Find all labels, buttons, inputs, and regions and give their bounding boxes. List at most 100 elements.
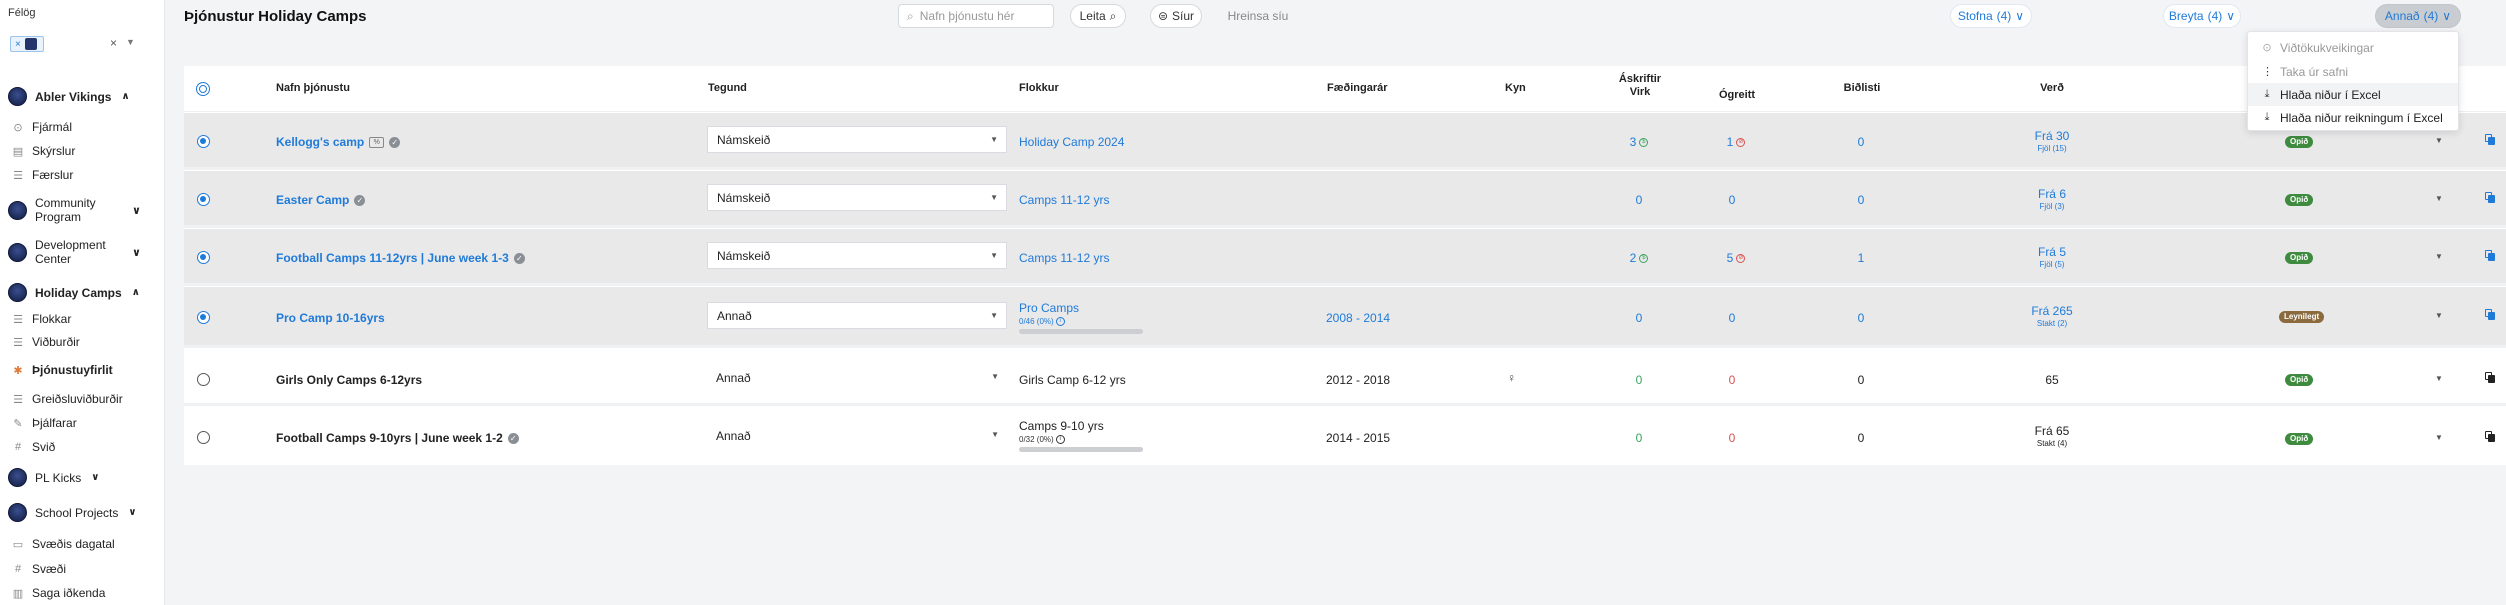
- search-input[interactable]: [919, 9, 1040, 23]
- type-select[interactable]: Námskeið ▼: [707, 126, 1007, 153]
- table-row[interactable]: Pro Camp 10-16yrs Annað ▼ Pro Camps 0/46 …: [184, 287, 2506, 348]
- menu-item-triggers[interactable]: ⊙ Viðtökukveikingar: [2248, 36, 2458, 59]
- price[interactable]: Frá 65 Stakt (4): [2012, 424, 2092, 448]
- col-type[interactable]: Tegund: [708, 82, 747, 95]
- service-name[interactable]: Football Camps 11-12yrs | June week 1-3 ✓: [276, 251, 525, 265]
- nav-group-pl-kicks[interactable]: PL Kicks ∨: [8, 468, 99, 487]
- active-count[interactable]: 0: [1619, 311, 1659, 325]
- chevron-down-icon[interactable]: ▼: [2435, 311, 2443, 320]
- chevron-down-icon[interactable]: ▼: [2435, 433, 2443, 442]
- active-count[interactable]: 0: [1619, 431, 1659, 445]
- nav-group-holiday-camps[interactable]: Holiday Camps ∧: [8, 283, 140, 302]
- chevron-down-icon[interactable]: ▼: [2435, 136, 2443, 145]
- col-name[interactable]: Nafn þjónustu: [276, 82, 350, 95]
- row-radio[interactable]: [197, 311, 210, 324]
- active-count[interactable]: 0: [1619, 193, 1659, 207]
- nav-group-school-projects[interactable]: School Projects ∨: [8, 503, 137, 522]
- price[interactable]: Frá 5 Fjöl (5): [2012, 245, 2092, 269]
- chevron-down-icon[interactable]: ▼: [126, 37, 135, 47]
- type-select[interactable]: Annað ▼: [707, 422, 1007, 449]
- table-row[interactable]: Kellogg's camp% ✓ Námskeið ▼ Holiday Camp …: [184, 113, 2506, 170]
- col-gender[interactable]: Kyn: [1505, 82, 1526, 95]
- club-chip[interactable]: ×: [10, 36, 44, 52]
- table-row[interactable]: Football Camps 9-10yrs | June week 1-2 ✓ …: [184, 409, 2506, 465]
- service-name[interactable]: Pro Camp 10-16yrs: [276, 311, 385, 325]
- waitlist-count[interactable]: 0: [1841, 135, 1881, 149]
- copy-icon[interactable]: [2485, 250, 2496, 262]
- menu-item-download-invoices-excel[interactable]: ⤓ Hlaða niður reikningum í Excel: [2248, 106, 2458, 129]
- sidebar-item-skyrslur[interactable]: ▤ Skýrslur: [12, 144, 76, 158]
- nav-group-community-program[interactable]: Community Program ∨: [8, 196, 158, 224]
- service-name[interactable]: Girls Only Camps 6-12yrs: [276, 373, 422, 387]
- chevron-down-icon[interactable]: ▼: [2435, 374, 2443, 383]
- waitlist-count[interactable]: 0: [1841, 431, 1881, 445]
- sidebar-item-greidsluvidburdir[interactable]: ☰ Greiðsluviðburðir: [12, 392, 123, 406]
- sidebar-item-fjarmal[interactable]: ⊙ Fjármál: [12, 120, 72, 134]
- copy-icon[interactable]: [2485, 134, 2496, 146]
- active-count[interactable]: 0: [1619, 373, 1659, 387]
- unpaid-count[interactable]: 0: [1712, 311, 1752, 325]
- filter-button[interactable]: ⊜ Síur: [1150, 4, 1202, 28]
- type-select[interactable]: Annað ▼: [707, 364, 1007, 391]
- price[interactable]: Frá 30 Fjöl (15): [2012, 129, 2092, 153]
- category-link[interactable]: Holiday Camp 2024: [1019, 135, 1124, 149]
- sidebar-item-thjonustuyfirlit[interactable]: ✱ Þjónustuyfirlit: [12, 363, 112, 377]
- select-all-radio[interactable]: [196, 82, 210, 96]
- unpaid-count[interactable]: 5 ⊘: [1716, 251, 1756, 265]
- table-row[interactable]: Easter Camp ✓ Námskeið ▼ Camps 11-12 yrs 0…: [184, 171, 2506, 228]
- unpaid-count[interactable]: 1 ⊘: [1716, 135, 1756, 149]
- other-button[interactable]: Annað (4) ∨: [2375, 4, 2461, 28]
- copy-icon[interactable]: [2485, 192, 2496, 204]
- menu-item-archive[interactable]: ⋮ Taka úr safni: [2248, 60, 2458, 83]
- row-radio[interactable]: [197, 431, 210, 444]
- waitlist-count[interactable]: 0: [1841, 373, 1881, 387]
- sidebar-item-vidburdir[interactable]: ☰ Viðburðir: [12, 335, 80, 349]
- row-radio[interactable]: [197, 251, 210, 264]
- nav-group-development-center[interactable]: Development Center ∨: [8, 238, 158, 266]
- col-unpaid[interactable]: Ógreitt: [1712, 89, 1762, 102]
- price[interactable]: 65: [2012, 373, 2092, 387]
- active-count[interactable]: 2 $: [1619, 251, 1659, 265]
- waitlist-count[interactable]: 1: [1841, 251, 1881, 265]
- sidebar-item-thjalfarar[interactable]: ✎ Þjálfarar: [12, 416, 76, 430]
- copy-icon[interactable]: [2485, 372, 2496, 384]
- col-price[interactable]: Verð: [2027, 82, 2077, 95]
- table-row[interactable]: Football Camps 11-12yrs | June week 1-3 ✓…: [184, 229, 2506, 286]
- clear-icon[interactable]: ×: [110, 36, 117, 50]
- chip-remove-icon[interactable]: ×: [15, 39, 21, 50]
- waitlist-count[interactable]: 0: [1841, 193, 1881, 207]
- copy-icon[interactable]: [2485, 309, 2496, 321]
- search-box[interactable]: ⌕: [898, 4, 1054, 28]
- active-count[interactable]: 3 $: [1619, 135, 1659, 149]
- edit-button[interactable]: Breyta (4) ∨: [2163, 4, 2241, 28]
- sidebar-item-faerslur[interactable]: ☰ Færslur: [12, 168, 73, 182]
- create-button[interactable]: Stofna (4) ∨: [1950, 4, 2032, 28]
- unpaid-count[interactable]: 0: [1712, 431, 1752, 445]
- sidebar-item-svaedi[interactable]: # Svæði: [12, 562, 66, 576]
- chevron-down-icon[interactable]: ▼: [2435, 194, 2443, 203]
- service-name[interactable]: Kellogg's camp% ✓: [276, 135, 401, 149]
- col-birth-years[interactable]: Fæðingarár: [1327, 82, 1388, 95]
- club-select[interactable]: × × ▼: [7, 33, 137, 55]
- table-row[interactable]: Girls Only Camps 6-12yrs Annað ▼ Girls Ca…: [184, 349, 2506, 406]
- type-select[interactable]: Námskeið ▼: [707, 184, 1007, 211]
- type-select[interactable]: Námskeið ▼: [707, 242, 1007, 269]
- sidebar-item-flokkar[interactable]: ☰ Flokkar: [12, 312, 71, 326]
- copy-icon[interactable]: [2485, 431, 2496, 443]
- sidebar-item-svid[interactable]: # Svið: [12, 440, 55, 454]
- col-waitlist[interactable]: Biðlisti: [1837, 82, 1887, 95]
- col-category[interactable]: Flokkur: [1019, 82, 1059, 95]
- row-radio[interactable]: [197, 373, 210, 386]
- clear-filter-button[interactable]: Hreinsa síu: [1218, 4, 1298, 28]
- category-link[interactable]: Camps 11-12 yrs: [1019, 193, 1109, 207]
- chevron-down-icon[interactable]: ▼: [2435, 252, 2443, 261]
- price[interactable]: Frá 6 Fjöl (3): [2012, 187, 2092, 211]
- category-cell[interactable]: Pro Camps 0/46 (0%) i: [1019, 301, 1143, 334]
- row-radio[interactable]: [197, 135, 210, 148]
- sidebar-item-saga-idkenda[interactable]: ▥ Saga iðkenda: [12, 586, 106, 600]
- unpaid-count[interactable]: 0: [1712, 193, 1752, 207]
- menu-item-download-excel[interactable]: ⤓ Hlaða niður í Excel: [2248, 83, 2458, 106]
- service-name[interactable]: Easter Camp ✓: [276, 193, 366, 207]
- price[interactable]: Frá 265 Stakt (2): [2012, 304, 2092, 328]
- unpaid-count[interactable]: 0: [1712, 373, 1752, 387]
